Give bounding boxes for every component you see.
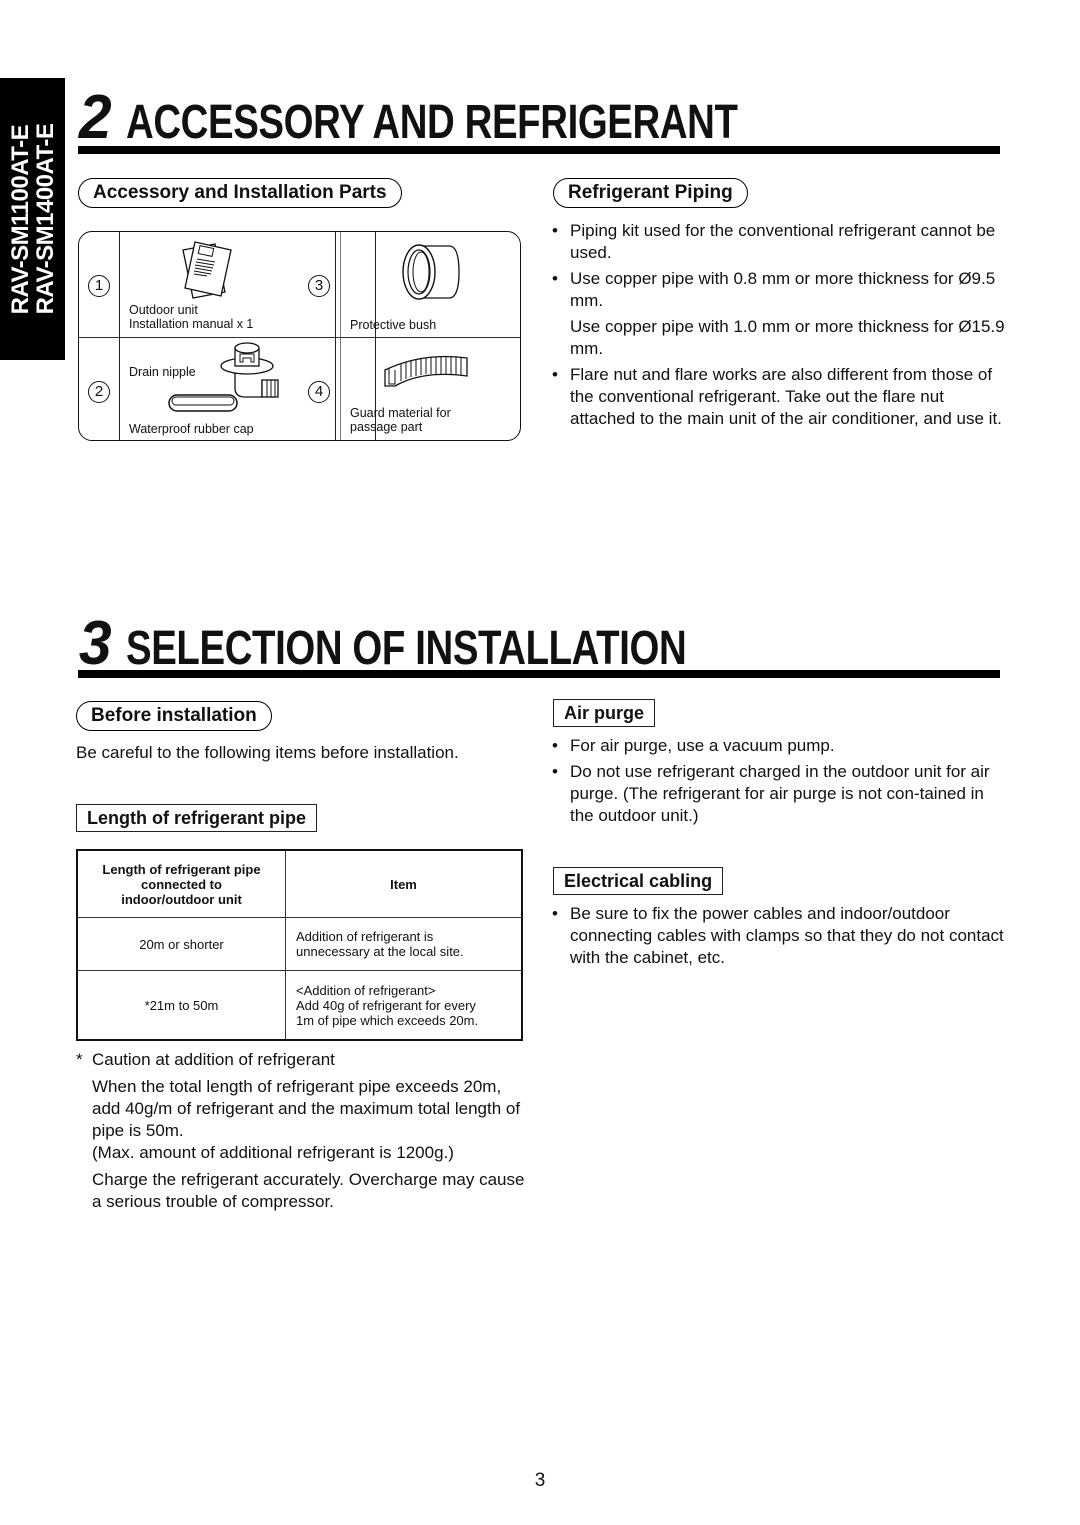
list-item: • For air purge, use a vacuum pump. — [552, 736, 835, 755]
caution-paragraph: Charge the refrigerant accurately. Overc… — [92, 1170, 525, 1211]
manual-icon — [182, 241, 232, 299]
list-item: • Flare nut and flare works are also diff… — [552, 365, 1002, 428]
list-item: • Do not use refrigerant charged in the o… — [552, 762, 990, 825]
chapter-title: ACCESSORY AND REFRIGERANT — [126, 96, 739, 149]
before-installation-intro: Be careful to the following items before… — [76, 743, 459, 762]
model-names: RAV-SM1100AT-E RAV-SM1400AT-E — [6, 123, 59, 315]
model-sidebar-tab: RAV-SM1100AT-E RAV-SM1400AT-E — [0, 78, 65, 360]
divider — [79, 337, 520, 339]
guard-material-icon — [384, 355, 468, 387]
cell-item: <Addition of refrigerant> Add 40g of ref… — [285, 970, 523, 1041]
part-number: 4 — [308, 381, 330, 403]
part-label: Waterproof rubber cap — [129, 422, 254, 436]
section-label-accessory: Accessory and Installation Parts — [78, 178, 402, 208]
section-label-refrigerant-piping: Refrigerant Piping — [553, 178, 748, 208]
refrigerant-piping-list: • Piping kit used for the conventional re… — [548, 220, 1008, 434]
cell-item: Addition of refrigerant is unnecessary a… — [285, 917, 523, 971]
air-purge-list: • For air purge, use a vacuum pump. • Do n… — [548, 735, 1008, 831]
part-number: 3 — [308, 275, 330, 297]
model-name: RAV-SM1100AT-E — [6, 124, 34, 315]
chapter-rule — [78, 146, 1000, 154]
cell-length: *21m to 50m — [76, 970, 286, 1041]
part-label: Protective bush — [350, 318, 437, 332]
section-label-pipe-length: Length of refrigerant pipe — [76, 804, 318, 832]
section-label-before-installation: Before installation — [76, 701, 272, 731]
protective-bush-icon — [402, 244, 460, 300]
chapter-number: 3 — [78, 609, 112, 678]
part-number: 1 — [88, 275, 110, 297]
cell-length: 20m or shorter — [76, 917, 286, 971]
rubber-cap-icon — [168, 394, 238, 412]
page-number: 3 — [534, 1470, 546, 1491]
list-item: • Be sure to fix the power cables and ind… — [552, 904, 1004, 967]
chapter-2-heading: 2 ACCESSORY AND REFRIGERANT — [78, 83, 1000, 160]
pipe-length-table: Length of refrigerant pipe connected to … — [76, 849, 523, 1041]
table-row: 20m or shorter Addition of refrigerant i… — [76, 917, 523, 971]
parts-table: 1 Outdoor unit Installation manual x 1 2… — [78, 231, 521, 441]
table-header-row: Length of refrigerant pipe connected to … — [76, 849, 523, 918]
caution-title: Caution at addition of refrigerant — [92, 1050, 335, 1069]
divider — [340, 232, 341, 440]
electrical-cabling-list: • Be sure to fix the power cables and ind… — [548, 903, 1008, 973]
table-row: *21m to 50m <Addition of refrigerant> Ad… — [76, 970, 523, 1041]
column-header-length: Length of refrigerant pipe connected to … — [76, 849, 286, 918]
caution-note: * Caution at addition of refrigerant Whe… — [76, 1049, 526, 1213]
part-label: Outdoor unit Installation manual x 1 — [129, 303, 254, 331]
divider — [119, 232, 121, 440]
caution-paragraph: When the total length of refrigerant pip… — [92, 1077, 521, 1140]
divider — [335, 232, 337, 440]
list-item: • Piping kit used for the conventional re… — [552, 221, 996, 262]
part-label: Guard material for passage part — [350, 406, 451, 434]
chapter-3-heading: 3 SELECTION OF INSTALLATION — [78, 609, 1000, 686]
asterisk-marker: * — [76, 1050, 83, 1069]
section-label-air-purge: Air purge — [553, 699, 656, 727]
model-name: RAV-SM1400AT-E — [31, 123, 59, 315]
list-item: • Use copper pipe with 0.8 mm or more thi… — [552, 269, 1005, 358]
chapter-rule — [78, 670, 1000, 678]
column-header-item: Item — [285, 849, 523, 918]
caution-paragraph: (Max. amount of additional refrigerant i… — [92, 1143, 454, 1162]
chapter-number: 2 — [78, 83, 112, 152]
part-number: 2 — [88, 381, 110, 403]
part-label: Drain nipple — [129, 365, 196, 379]
section-label-electrical-cabling: Electrical cabling — [553, 867, 724, 895]
